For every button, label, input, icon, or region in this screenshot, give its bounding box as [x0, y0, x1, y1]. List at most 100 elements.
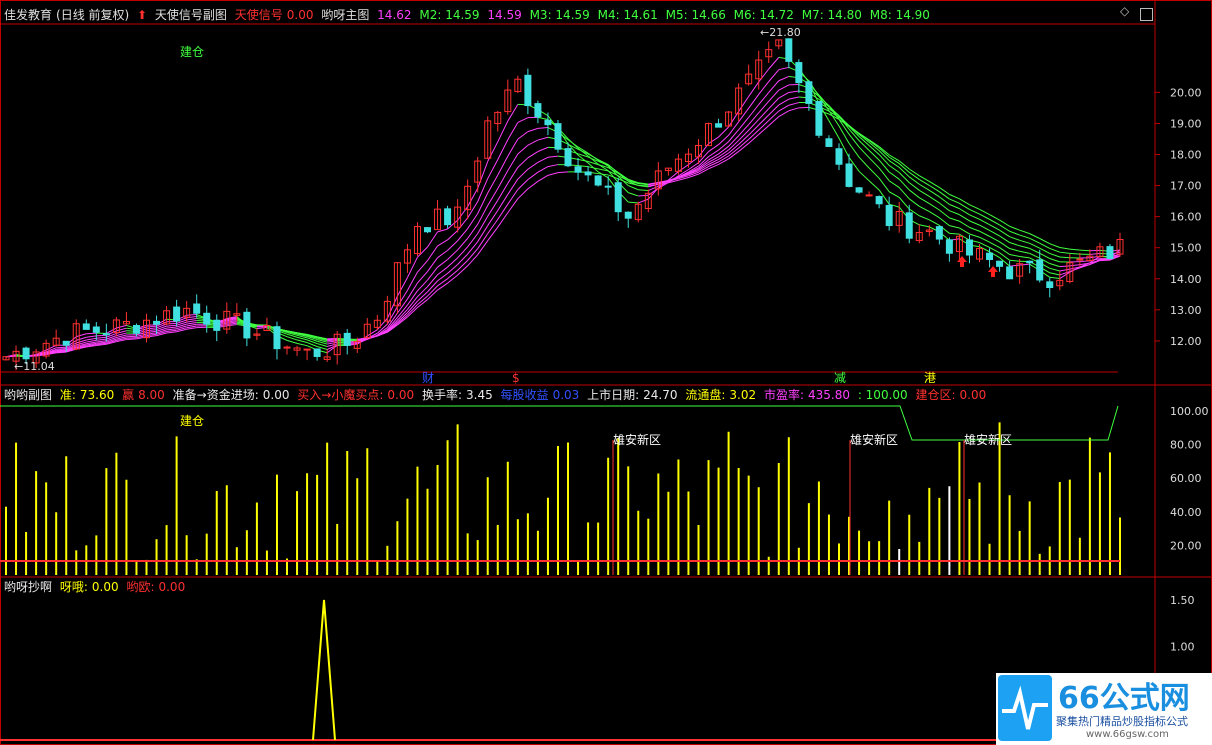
- ma-line-18: [547, 172, 559, 176]
- ma-line-16: [537, 166, 549, 173]
- sub-signal-value: 0.00: [286, 8, 314, 22]
- ma-line-12: [758, 108, 770, 120]
- ma-line-16: [1049, 247, 1060, 253]
- ma-line-18: [557, 171, 569, 174]
- stock-name[interactable]: 佳发教育: [4, 8, 52, 22]
- ma-line-6: [447, 230, 458, 241]
- ma-line-14: [959, 208, 970, 216]
- ma-line-8: [969, 233, 980, 238]
- main-header: 佳发教育 (日线 前复权) ⬆ 天使信号副图 天使信号 0.00 哟呀主图 14.6…: [4, 6, 934, 24]
- candle-body: [965, 239, 973, 256]
- ma-line-12: [437, 266, 448, 276]
- ma-line-4: [638, 198, 649, 204]
- ma-line-18: [1079, 249, 1090, 252]
- ma-line-18: [1059, 247, 1070, 250]
- turnover-value: 3.45: [466, 388, 493, 402]
- ma-line-14: [919, 183, 930, 191]
- ma-line-14: [1059, 256, 1070, 259]
- zone-label: 雄安新区: [850, 432, 898, 447]
- ma-line-6: [427, 245, 438, 261]
- bottom-marker: 减: [834, 371, 846, 385]
- candle-body: [875, 196, 883, 205]
- ma-line-6: [929, 219, 940, 226]
- ma-line-16: [547, 164, 559, 168]
- ma-line-18: [487, 226, 499, 241]
- candle-body: [564, 148, 572, 167]
- ma-line-12: [527, 151, 539, 159]
- panel2-header: 哟哟副图 准: 73.60 赢 8.00 准备→资金进场: 0.00 买入→小魔买点:…: [4, 386, 990, 404]
- y-tick-label: 14.00: [1170, 273, 1202, 286]
- ma-line-6: [768, 69, 780, 82]
- ma-line-4: [708, 136, 719, 145]
- prep-label: 准备→资金进场:: [172, 388, 259, 402]
- b-label: 哟欧:: [126, 580, 155, 594]
- ma-line-6: [1009, 259, 1020, 262]
- candle-body: [524, 74, 532, 107]
- ma-line-6: [638, 194, 649, 197]
- restore-window-icon[interactable]: [1140, 8, 1153, 21]
- ma-line-8: [537, 127, 548, 129]
- ma-line-6: [979, 242, 990, 248]
- ma-line-6: [537, 116, 549, 120]
- logo-brand: 66公式网: [1058, 681, 1190, 716]
- candle-body: [62, 340, 70, 346]
- ma-line-4: [738, 96, 750, 112]
- ma-line-6: [437, 239, 448, 247]
- candle-body: [785, 38, 793, 62]
- ma-line-4: [768, 57, 780, 70]
- sub-chart-title[interactable]: 天使信号副图: [155, 8, 227, 22]
- panel2-title[interactable]: 哟哟副图: [4, 388, 52, 402]
- candle-body: [102, 333, 110, 336]
- ma-line-4: [296, 342, 308, 347]
- ma-line-6: [517, 117, 529, 123]
- ma-line-16: [969, 208, 980, 215]
- ma-line-16: [989, 218, 1000, 226]
- m2-value: M2: 14.59: [419, 8, 480, 22]
- y-tick-label: 15.00: [1170, 242, 1202, 255]
- ma-line-4: [86, 332, 97, 335]
- ma-line-8: [768, 80, 780, 93]
- ma-line-12: [949, 210, 960, 216]
- ma-line-18: [878, 146, 890, 156]
- ma-line-10: [186, 320, 197, 323]
- ma-line-18: [467, 254, 479, 267]
- zhun-value: 73.60: [79, 388, 115, 402]
- ma-line-10: [738, 124, 750, 137]
- a-value: 0.00: [91, 580, 119, 594]
- ma-line-16: [768, 110, 780, 121]
- ma-line-14: [1019, 239, 1030, 244]
- ma-line-16: [788, 102, 799, 106]
- pe-label: 市盈率:: [763, 388, 804, 402]
- build-zone-label: 建仓区:: [915, 388, 956, 402]
- ma-line-12: [738, 129, 750, 141]
- ma-line-12: [1029, 247, 1040, 254]
- candle-body: [885, 205, 893, 227]
- ma-line-10: [1059, 265, 1070, 268]
- ma-line-14: [537, 156, 549, 163]
- candle-body: [303, 348, 311, 351]
- ma-line-4: [628, 201, 639, 204]
- bottom-marker: 财: [422, 371, 434, 385]
- ma-line-8: [989, 241, 1000, 248]
- period-label[interactable]: (日线 前复权): [56, 8, 129, 22]
- diamond-icon[interactable]: ◇: [1120, 4, 1131, 18]
- candle-body: [193, 303, 201, 314]
- ma-line-14: [186, 323, 197, 327]
- ma-line-18: [1019, 229, 1030, 235]
- ma-line-10: [1049, 263, 1060, 268]
- main-chart-title[interactable]: 哟呀主图: [321, 8, 369, 22]
- m4-value: M4: 14.61: [597, 8, 658, 22]
- ma-line-6: [1049, 272, 1060, 276]
- ma-line-4: [256, 326, 268, 330]
- ma-line-12: [939, 202, 950, 212]
- ma-line-12: [979, 224, 990, 231]
- candle-body: [1006, 266, 1014, 280]
- ma-line-12: [477, 216, 489, 234]
- candle-body: [584, 171, 592, 176]
- zone-label: 雄安新区: [613, 432, 661, 447]
- ma-line-14: [898, 167, 910, 178]
- ma-line-18: [517, 188, 529, 200]
- ma-line-18: [688, 173, 699, 178]
- ma-line-10: [748, 112, 760, 125]
- panel3-title[interactable]: 哟呀抄啊: [4, 580, 52, 594]
